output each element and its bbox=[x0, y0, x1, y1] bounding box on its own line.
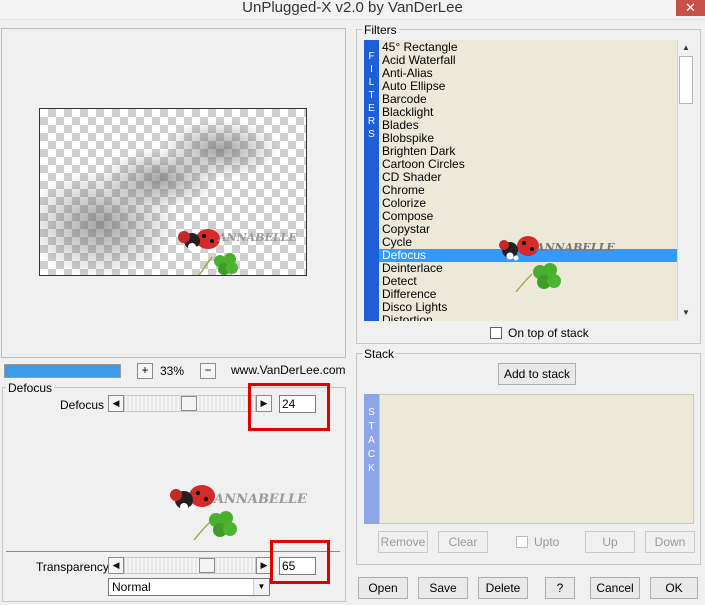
preview-canvas[interactable]: ANNABELLE bbox=[39, 108, 307, 276]
stack-strip-letter: A bbox=[368, 435, 375, 446]
filters-strip-letter: E bbox=[368, 103, 375, 114]
highlight-box bbox=[248, 383, 330, 431]
transparency-slider-thumb[interactable] bbox=[199, 558, 215, 573]
watermark-text: ANNABELLE bbox=[214, 492, 308, 507]
filters-strip-letter: S bbox=[368, 129, 375, 140]
transparency-param-label: Transparency bbox=[36, 560, 109, 574]
left-arrow-icon: ◀ bbox=[112, 398, 120, 408]
open-button[interactable]: Open bbox=[358, 577, 408, 599]
close-icon: ✕ bbox=[685, 0, 696, 15]
defocus-param-label: Defocus bbox=[60, 398, 105, 412]
filter-list-item[interactable]: Blacklight bbox=[379, 106, 677, 119]
stack-strip-letter: T bbox=[368, 421, 375, 432]
zoom-value: 33% bbox=[160, 364, 185, 378]
stack-strip-letter: C bbox=[367, 449, 376, 460]
upto-checkbox[interactable] bbox=[516, 536, 528, 548]
ladybug-watermark-icon bbox=[178, 229, 238, 275]
scrollbar-thumb[interactable] bbox=[679, 56, 693, 104]
chevron-down-icon[interactable]: ▼ bbox=[253, 579, 269, 595]
defocus-decrease-button[interactable]: ◀ bbox=[108, 395, 124, 412]
delete-button[interactable]: Delete bbox=[478, 577, 528, 599]
blend-mode-select[interactable]: Normal bbox=[108, 578, 270, 596]
upto-label: Upto bbox=[534, 535, 560, 549]
watermark-text: ANNABELLE bbox=[536, 241, 615, 254]
scroll-up-icon[interactable]: ▲ bbox=[678, 40, 694, 56]
defocus-slider-thumb[interactable] bbox=[181, 396, 197, 411]
up-button[interactable]: Up bbox=[585, 531, 635, 553]
close-button[interactable]: ✕ bbox=[676, 0, 705, 16]
defocus-group-label: Defocus bbox=[6, 381, 55, 395]
website-link[interactable]: www.VanDerLee.com bbox=[231, 363, 346, 377]
transparency-slider-track[interactable] bbox=[124, 557, 256, 574]
stack-strip-letter: S bbox=[368, 407, 375, 418]
filters-strip-letter: L bbox=[368, 77, 375, 88]
filter-list-item[interactable]: Distortion bbox=[379, 314, 677, 322]
filters-group-label: Filters bbox=[362, 23, 399, 37]
stack-group-label: Stack bbox=[362, 347, 397, 361]
stack-strip-letter: K bbox=[368, 463, 375, 474]
save-button[interactable]: Save bbox=[418, 577, 468, 599]
add-to-stack-button[interactable]: Add to stack bbox=[498, 363, 576, 385]
ladybug-watermark-icon bbox=[170, 485, 237, 540]
filters-strip-letter: I bbox=[370, 64, 373, 75]
filters-scrollbar[interactable]: ▲ ▼ bbox=[677, 40, 693, 321]
filters-strip-letter: T bbox=[368, 90, 375, 101]
scroll-down-icon[interactable]: ▼ bbox=[678, 305, 694, 321]
progress-bar bbox=[4, 364, 121, 378]
help-button[interactable]: ? bbox=[545, 577, 575, 599]
cancel-button[interactable]: Cancel bbox=[590, 577, 640, 599]
ok-button[interactable]: OK bbox=[650, 577, 698, 599]
remove-button[interactable]: Remove bbox=[378, 531, 428, 553]
left-arrow-icon: ◀ bbox=[112, 560, 120, 570]
filters-strip-letter: R bbox=[367, 116, 376, 127]
window-title: UnPlugged-X v2.0 by VanDerLee bbox=[242, 0, 463, 16]
right-arrow-icon: ▶ bbox=[260, 560, 268, 570]
watermark-text: ANNABELLE bbox=[218, 231, 297, 244]
highlight-box bbox=[270, 540, 330, 584]
on-top-label: On top of stack bbox=[508, 326, 589, 340]
clear-button[interactable]: Clear bbox=[438, 531, 488, 553]
filters-strip: FILTERS bbox=[364, 40, 379, 321]
on-top-checkbox[interactable] bbox=[490, 327, 502, 339]
zoom-out-button[interactable]: − bbox=[200, 363, 216, 379]
blend-mode-value: Normal bbox=[112, 580, 151, 594]
down-button[interactable]: Down bbox=[645, 531, 695, 553]
zoom-in-button[interactable]: + bbox=[137, 363, 153, 379]
stack-strip: STACK bbox=[364, 394, 379, 524]
transparency-decrease-button[interactable]: ◀ bbox=[108, 557, 124, 574]
filters-strip-letter: F bbox=[368, 51, 375, 62]
stack-list[interactable] bbox=[379, 394, 694, 524]
